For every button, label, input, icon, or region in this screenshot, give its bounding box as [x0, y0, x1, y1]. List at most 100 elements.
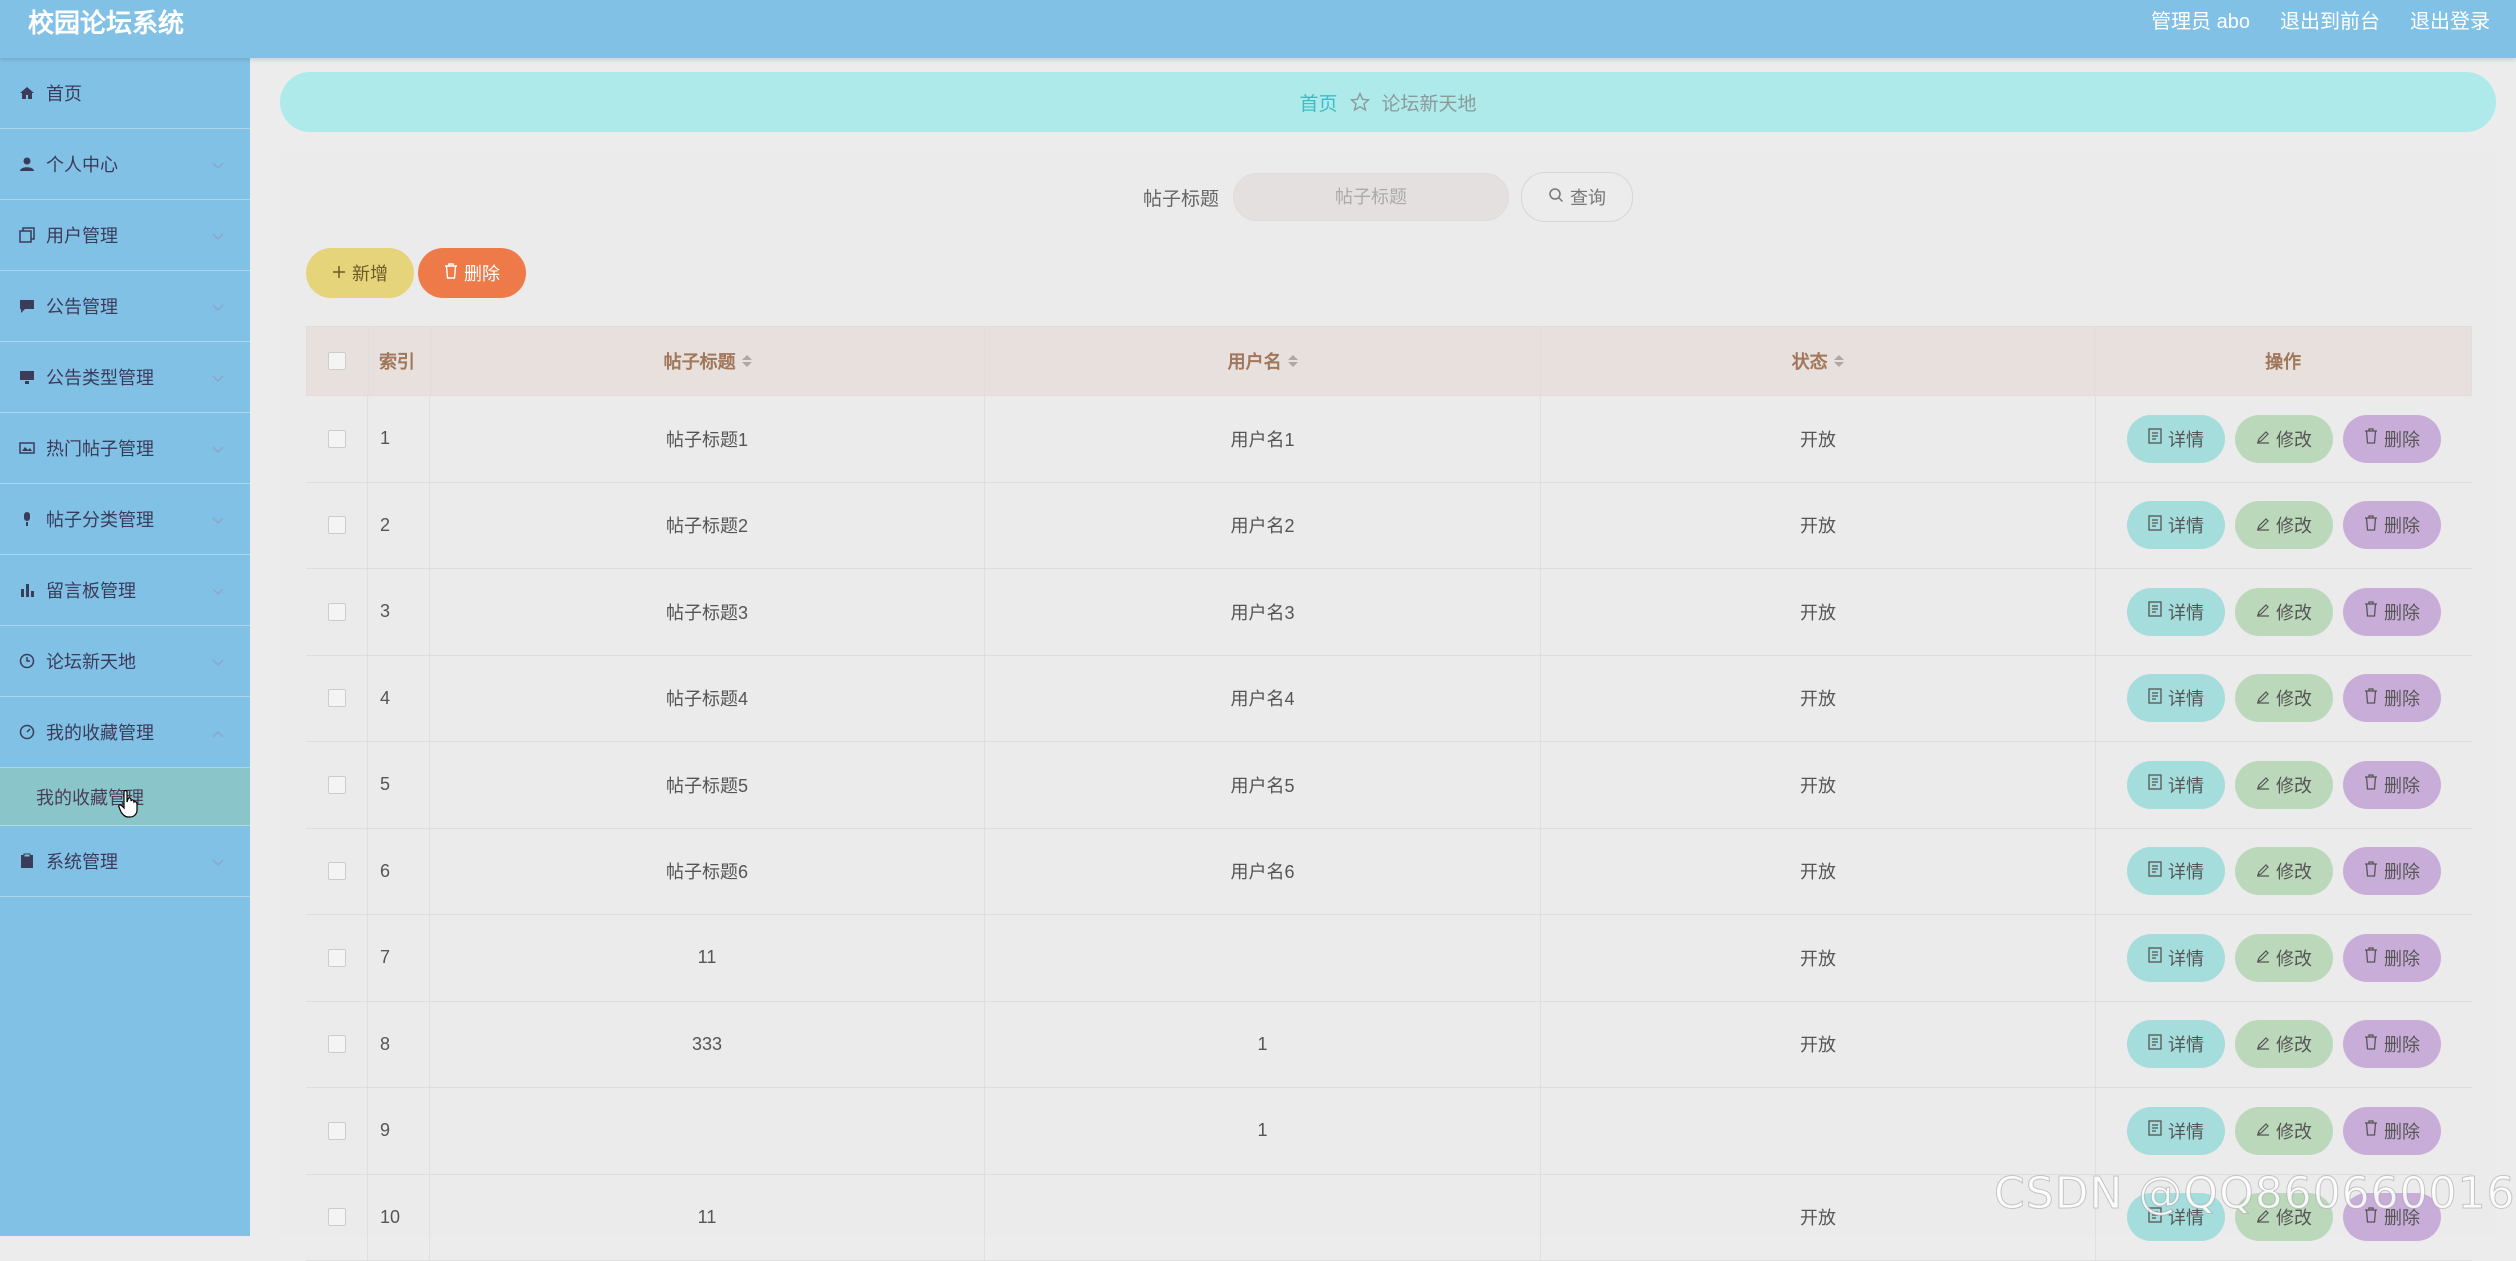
select-all-checkbox[interactable] [328, 352, 346, 370]
header-title[interactable]: 帖子标题 [431, 327, 985, 395]
sidebar-item-announcement-types[interactable]: 公告类型管理 [0, 342, 250, 413]
add-button[interactable]: 新增 [306, 248, 414, 298]
row-checkbox[interactable] [328, 1208, 346, 1226]
row-checkbox[interactable] [328, 430, 346, 448]
edit-button[interactable]: 修改 [2235, 588, 2333, 636]
sidebar-item-announcements[interactable]: 公告管理 [0, 271, 250, 342]
sidebar-item-forum[interactable]: 论坛新天地 [0, 626, 250, 697]
sidebar-item-system[interactable]: 系统管理 [0, 826, 250, 897]
document-icon [2148, 601, 2162, 622]
sidebar-item-label: 公告类型管理 [46, 364, 154, 390]
cell-index: 9 [368, 1088, 430, 1174]
row-checkbox[interactable] [328, 949, 346, 967]
sidebar-item-favorites[interactable]: 我的收藏管理 [0, 697, 250, 768]
sidebar-item-hot-posts[interactable]: 热门帖子管理 [0, 413, 250, 484]
header-username[interactable]: 用户名 [985, 327, 1540, 395]
delete-button[interactable]: 删除 [2343, 415, 2441, 463]
chat-icon [18, 297, 36, 315]
edit-icon [2256, 1034, 2270, 1055]
sidebar-item-message-board[interactable]: 留言板管理 [0, 555, 250, 626]
logout-link[interactable]: 退出登录 [2410, 6, 2490, 38]
bar-chart-icon [18, 581, 36, 599]
app-title: 校园论坛系统 [28, 6, 184, 40]
gauge-icon [18, 723, 36, 741]
cell-title [430, 1088, 985, 1174]
row-checkbox[interactable] [328, 603, 346, 621]
header-status[interactable]: 状态 [1541, 327, 2095, 395]
delete-button[interactable]: 删除 [2343, 501, 2441, 549]
cell-username: 用户名6 [985, 829, 1541, 915]
row-select-cell [306, 829, 368, 915]
edit-button[interactable]: 修改 [2235, 1020, 2333, 1068]
edit-button-label: 修改 [2276, 772, 2312, 798]
chevron-down-icon [212, 370, 224, 388]
edit-button[interactable]: 修改 [2235, 415, 2333, 463]
document-icon [2148, 1034, 2162, 1055]
breadcrumb-home[interactable]: 首页 [1299, 89, 1337, 116]
detail-button[interactable]: 详情 [2127, 501, 2225, 549]
sidebar-item-label: 热门帖子管理 [46, 435, 154, 461]
cell-status: 开放 [1541, 1002, 2096, 1088]
delete-button[interactable]: 删除 [2343, 1020, 2441, 1068]
edit-button[interactable]: 修改 [2235, 1107, 2333, 1155]
cell-index: 10 [368, 1175, 430, 1261]
row-checkbox[interactable] [328, 1035, 346, 1053]
detail-button[interactable]: 详情 [2127, 1107, 2225, 1155]
row-checkbox[interactable] [328, 1122, 346, 1140]
edit-button[interactable]: 修改 [2235, 501, 2333, 549]
sidebar-item-users[interactable]: 用户管理 [0, 200, 250, 271]
query-button[interactable]: 查询 [1521, 172, 1633, 222]
cell-ops: 详情修改删除 [2096, 915, 2472, 1001]
edit-button[interactable]: 修改 [2235, 674, 2333, 722]
cell-title: 帖子标题2 [430, 483, 985, 569]
cell-ops: 详情 修改 删除 [2096, 742, 2472, 828]
detail-button[interactable]: 详情 [2127, 415, 2225, 463]
row-checkbox[interactable] [328, 689, 346, 707]
delete-button[interactable]: 删除 [2343, 934, 2441, 982]
cell-index: 8 [368, 1002, 430, 1088]
detail-button[interactable]: 详情 [2127, 588, 2225, 636]
front-link[interactable]: 退出到前台 [2280, 6, 2380, 38]
detail-button[interactable]: 详情 [2127, 847, 2225, 895]
cell-index: 1 [368, 396, 430, 482]
row-checkbox[interactable] [328, 862, 346, 880]
row-checkbox[interactable] [328, 776, 346, 794]
sidebar-item-label: 我的收藏管理 [46, 719, 154, 745]
detail-button[interactable]: 详情 [2127, 674, 2225, 722]
row-checkbox[interactable] [328, 516, 346, 534]
edit-button[interactable]: 修改 [2235, 847, 2333, 895]
cell-ops: 详情 修改删除 [2096, 656, 2472, 742]
delete-button[interactable]: 删除 [2343, 1107, 2441, 1155]
detail-button[interactable]: 详情 [2127, 761, 2225, 809]
sidebar-item-home[interactable]: 首页 [0, 58, 250, 129]
search-input[interactable] [1233, 173, 1509, 221]
edit-button[interactable]: 修改 [2235, 934, 2333, 982]
detail-button-label: 详情 [2168, 685, 2204, 711]
sidebar-item-profile[interactable]: 个人中心 [0, 129, 250, 200]
detail-button[interactable]: 详情 [2127, 934, 2225, 982]
edit-button-label: 修改 [2276, 858, 2312, 884]
cell-username: 用户名1 [985, 396, 1541, 482]
detail-button-label: 详情 [2168, 772, 2204, 798]
delete-button-label: 删除 [2384, 1031, 2420, 1057]
edit-button[interactable]: 修改 [2235, 761, 2333, 809]
batch-delete-button[interactable]: 删除 [418, 248, 526, 298]
cell-ops: 详情 修改 删除 [2096, 829, 2472, 915]
document-icon [2148, 774, 2162, 795]
delete-button-label: 删除 [2384, 512, 2420, 538]
cell-ops: 详情修改 删除 [2096, 483, 2472, 569]
detail-button-label: 详情 [2168, 599, 2204, 625]
delete-button[interactable]: 删除 [2343, 588, 2441, 636]
cell-status: 开放 [1541, 569, 2096, 655]
document-icon [2148, 861, 2162, 882]
delete-button[interactable]: 删除 [2343, 674, 2441, 722]
sort-icon [1288, 355, 1298, 367]
row-select-cell [306, 569, 368, 655]
delete-button[interactable]: 删除 [2343, 761, 2441, 809]
detail-button[interactable]: 详情 [2127, 1020, 2225, 1068]
sidebar-item-post-categories[interactable]: 帖子分类管理 [0, 484, 250, 555]
cell-ops: 详情 修改删除 [2096, 569, 2472, 655]
cell-ops: 详情修改删除 [2096, 1088, 2472, 1174]
delete-button[interactable]: 删除 [2343, 847, 2441, 895]
sidebar-item-label: 用户管理 [46, 222, 118, 248]
